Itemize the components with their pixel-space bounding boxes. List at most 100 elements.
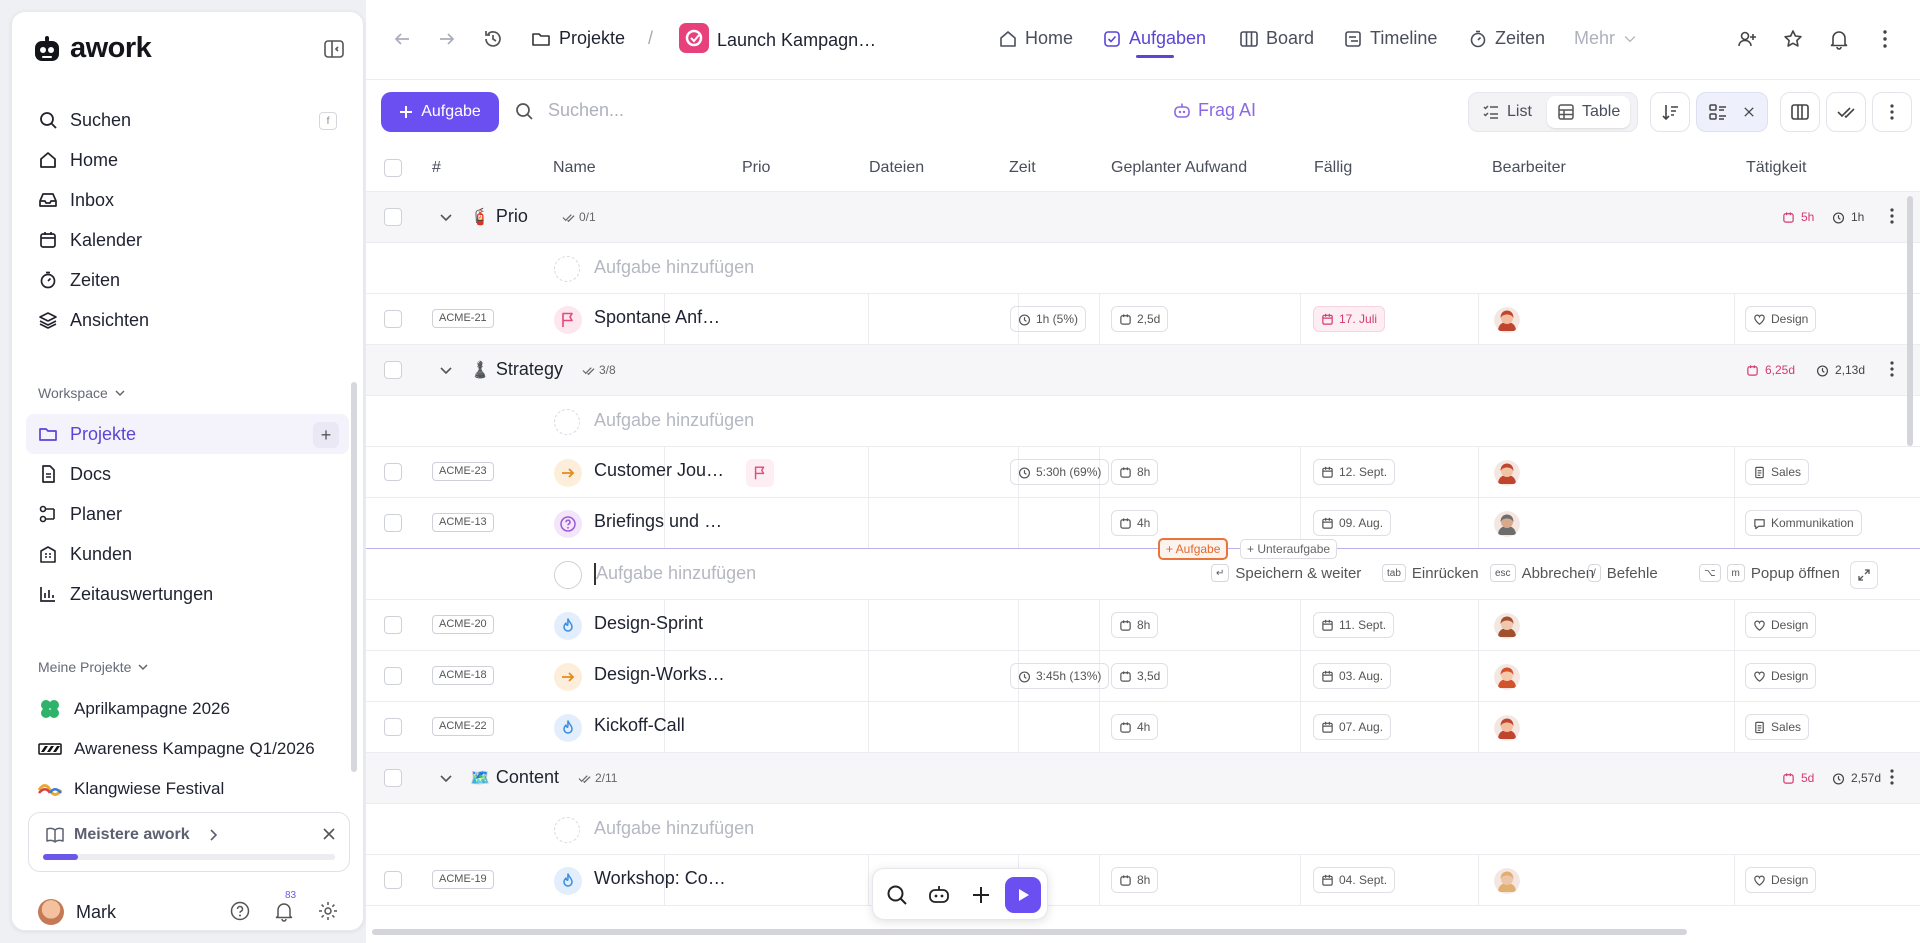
ai-robot-icon[interactable] [927,883,951,907]
tab-home[interactable]: Home [998,28,1073,49]
add-task-placeholder[interactable]: Aufgabe hinzufügen [594,818,754,839]
activity-chip[interactable]: Sales [1745,714,1810,740]
col-header-planned-effort[interactable]: Geplanter Aufwand [1111,159,1247,177]
activity-chip[interactable]: Kommunikation [1745,510,1862,536]
table-row[interactable]: ACME-19 Workshop: Co… 8h 04. Sept. Design [366,855,1920,906]
nav-projects[interactable]: Projekte + [26,414,349,454]
project-item[interactable]: Aprilkampagne 2026 [26,689,349,729]
due-date-chip[interactable]: 17. Juli [1313,306,1386,332]
task-status-button[interactable] [554,612,582,640]
table-row[interactable]: ACME-20 Design-Sprint 8h 11. Sept. Design [366,600,1920,651]
due-date-chip[interactable]: 11. Sept. [1313,612,1395,638]
table-row[interactable]: ACME-22 Kickoff-Call 4h 07. Aug. Sales [366,702,1920,753]
row-checkbox[interactable] [384,514,402,532]
task-status-button[interactable] [554,510,582,538]
row-checkbox[interactable] [384,718,402,736]
nav-time-reports[interactable]: Zeitauswertungen [26,574,349,614]
time-chip[interactable]: 5:30h (69%) [1010,459,1110,485]
forward-arrow-icon[interactable] [436,28,458,50]
completed-toggle-button[interactable] [1826,92,1866,132]
close-icon[interactable] [1742,105,1756,119]
row-checkbox[interactable] [384,667,402,685]
star-icon[interactable] [1782,28,1804,50]
task-status-button[interactable] [554,663,582,691]
planned-effort-chip[interactable]: 2,5d [1111,306,1169,332]
col-header-activity[interactable]: Tätigkeit [1746,159,1806,177]
assignee-avatar[interactable] [1494,511,1520,537]
tab-times[interactable]: Zeiten [1468,28,1545,49]
table-vertical-scrollbar[interactable] [1907,196,1913,446]
due-date-chip[interactable]: 03. Aug. [1313,663,1392,689]
task-search[interactable]: Suchen... [514,100,624,121]
ask-ai-button[interactable]: Frag AI [1172,100,1256,121]
master-awork-card[interactable]: Meistere awork [28,812,350,872]
nav-planner[interactable]: Planer [26,494,349,534]
collapse-sidebar-icon[interactable] [323,38,345,60]
close-icon[interactable] [321,826,337,842]
time-chip[interactable]: 3:45h (13%) [1010,663,1110,689]
col-header-name[interactable]: Name [553,159,596,177]
task-name[interactable]: Design-Sprint [594,613,703,634]
row-checkbox[interactable] [384,310,402,328]
task-name[interactable]: Customer Jou… [594,460,724,481]
new-task-input-row[interactable]: Aufgabe hinzufügen ↵ Speichern & weiter tab… [366,549,1920,600]
task-name[interactable]: Kickoff-Call [594,715,685,736]
row-checkbox[interactable] [384,871,402,889]
activity-chip[interactable]: Sales [1745,459,1810,485]
gear-icon[interactable] [317,900,339,922]
nav-clients[interactable]: Kunden [26,534,349,574]
row-checkbox[interactable] [384,769,402,787]
add-member-icon[interactable] [1736,28,1758,50]
planned-effort-chip[interactable]: 4h [1111,510,1159,536]
nav-views[interactable]: Ansichten [26,300,349,340]
assignee-avatar[interactable] [1494,307,1520,333]
row-checkbox[interactable] [384,616,402,634]
add-task-row[interactable]: Aufgabe hinzufügen [366,396,1920,447]
breadcrumb-projects[interactable]: Projekte [531,28,625,49]
planned-effort-chip[interactable]: 8h [1111,612,1159,638]
task-name[interactable]: Spontane Anf… [594,307,720,328]
task-name[interactable]: Workshop: Co… [594,868,726,889]
back-arrow-icon[interactable] [391,28,413,50]
nav-search[interactable]: Suchen f [26,100,349,140]
row-checkbox[interactable] [384,208,402,226]
group-by-button[interactable] [1696,92,1768,132]
col-header-assignee[interactable]: Bearbeiter [1492,159,1566,177]
activity-chip[interactable]: Design [1745,612,1817,638]
my-projects-section-label[interactable]: Meine Projekte [38,659,149,675]
tab-more[interactable]: Mehr [1574,28,1638,49]
new-task-input[interactable]: Aufgabe hinzufügen [596,563,756,584]
assignee-avatar[interactable] [1494,460,1520,486]
planned-effort-chip[interactable]: 3,5d [1111,663,1169,689]
select-all-checkbox[interactable] [384,159,402,177]
planned-effort-chip[interactable]: 4h [1111,714,1159,740]
search-icon[interactable] [885,883,909,907]
assignee-avatar[interactable] [1494,868,1520,894]
project-item[interactable]: Awareness Kampagne Q1/2026 [26,729,349,769]
activity-chip[interactable]: Design [1745,867,1817,893]
plus-icon[interactable] [969,883,993,907]
assignee-avatar[interactable] [1494,664,1520,690]
due-date-chip[interactable]: 07. Aug. [1313,714,1392,740]
breadcrumb-project[interactable]: Launch Kampagn… [679,23,876,53]
nav-times[interactable]: Zeiten [26,260,349,300]
user-avatar[interactable] [38,899,64,925]
more-options-button[interactable] [1872,92,1912,132]
col-header-time[interactable]: Zeit [1009,159,1036,177]
group-header-row[interactable]: 🧯 Prio 0/1 5h 1h [366,192,1920,243]
nav-inbox[interactable]: Inbox [26,180,349,220]
bell-icon[interactable] [1828,28,1850,50]
col-header-prio[interactable]: Prio [742,159,770,177]
table-row[interactable]: ACME-23 Customer Jou… 5:30h (69%) 8h 12. Sep… [366,447,1920,498]
sidebar-scrollbar[interactable] [351,382,357,772]
group-header-row[interactable]: 🗺️ Content 2/11 5d 2,57d [366,753,1920,804]
more-vertical-icon[interactable] [1874,28,1896,50]
table-row[interactable]: ACME-21 Spontane Anf… 1h (5%) 2,5d 17. Juli D… [366,294,1920,345]
due-date-chip[interactable]: 04. Sept. [1313,867,1396,893]
workspace-section-label[interactable]: Workspace [38,385,126,401]
add-task-placeholder[interactable]: Aufgabe hinzufügen [594,410,754,431]
table-horizontal-scrollbar[interactable] [372,929,1687,935]
notifications-button[interactable]: 83 [273,890,296,922]
play-timer-button[interactable] [1005,877,1041,913]
due-date-chip[interactable]: 12. Sept. [1313,459,1396,485]
